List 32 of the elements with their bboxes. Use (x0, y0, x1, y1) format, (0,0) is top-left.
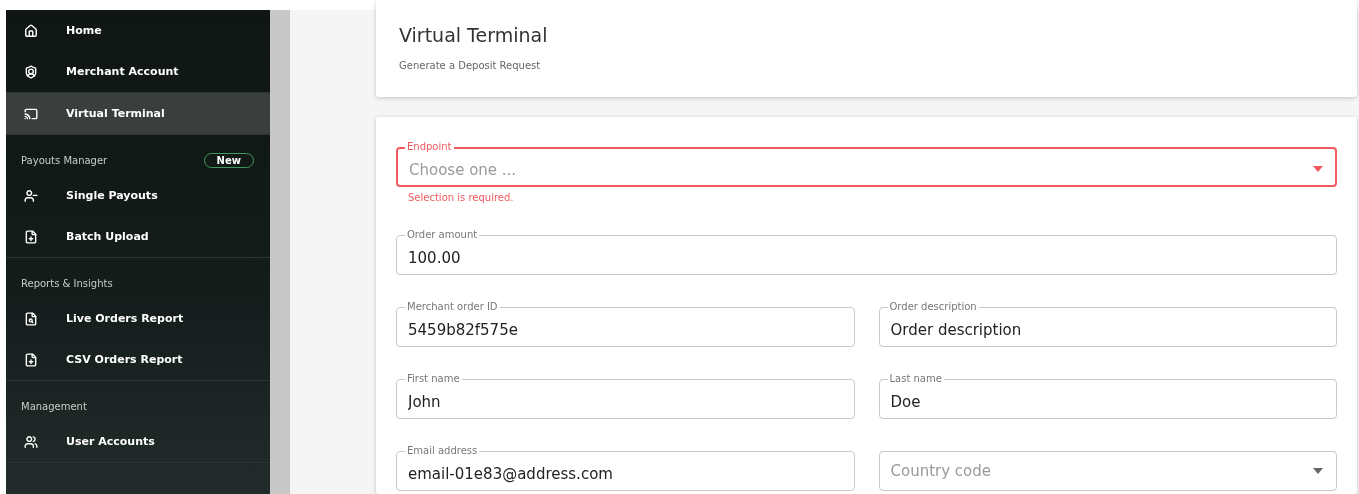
field-label: Endpoint (405, 141, 454, 153)
user-minus-icon (24, 188, 38, 203)
field-label: Last name (887, 373, 944, 385)
error-message: Selection is required. (407, 192, 515, 203)
page-subtitle: Generate a Deposit Request (399, 60, 542, 71)
cast-icon (24, 106, 38, 121)
file-plus-icon (24, 352, 38, 367)
sidebar-item[interactable]: CSV Orders Report (6, 339, 270, 380)
section-heading: Payouts Manager (21, 154, 108, 166)
home-icon (24, 23, 38, 38)
sidebar-item[interactable]: Home (6, 10, 270, 51)
field-label: Email address (405, 445, 480, 457)
section-heading: Management (21, 400, 87, 412)
field-label: Order amount (405, 229, 480, 241)
field-label: Order description (887, 301, 979, 313)
sidebar-item[interactable]: User Accounts (6, 421, 270, 462)
users-icon (24, 434, 38, 449)
sidebar-item[interactable]: Batch Upload (6, 216, 270, 257)
caret-icon (1313, 166, 1323, 172)
field-label: First name (405, 373, 462, 385)
file-plus-icon (24, 229, 38, 244)
field-label: Merchant order ID (405, 301, 500, 313)
sidebar-item[interactable]: Live Orders Report (6, 298, 270, 339)
shield-user-icon (24, 64, 38, 79)
caret-icon (1313, 468, 1323, 474)
sidebar-item[interactable]: Single Payouts (6, 175, 270, 216)
file-search-icon (24, 311, 38, 326)
page-title: Virtual Terminal (399, 24, 549, 46)
sidebar-item[interactable]: Virtual Terminal (6, 93, 270, 134)
section-heading: Reports & Insights (21, 277, 113, 289)
select-field[interactable]: Country code (878, 451, 1337, 491)
sidebar-item[interactable]: Merchant Account (6, 51, 270, 92)
